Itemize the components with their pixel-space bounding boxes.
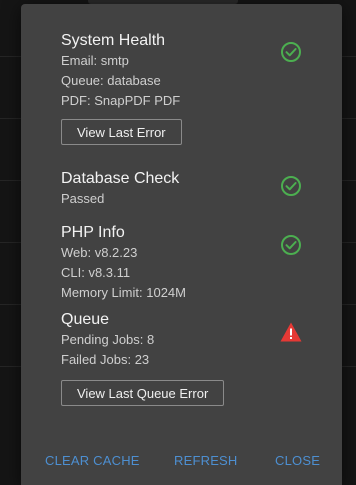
pending-jobs-detail: Pending Jobs: 8: [61, 332, 155, 347]
clear-cache-button[interactable]: CLEAR CACHE: [45, 453, 140, 468]
memory-limit-detail: Memory Limit: 1024M: [61, 285, 186, 300]
failed-jobs-detail: Failed Jobs: 23: [61, 352, 150, 367]
warning-triangle-icon: [280, 322, 302, 342]
view-last-queue-error-button[interactable]: View Last Queue Error: [61, 380, 225, 406]
check-circle-icon: [281, 176, 301, 196]
view-last-error-button[interactable]: View Last Error: [61, 119, 182, 145]
queue-detail: Queue: database: [61, 73, 161, 88]
section-title: Queue: [61, 311, 110, 328]
database-status-detail: Passed: [61, 191, 105, 206]
queue-section: Queue Pending Jobs: 8 Failed Jobs: 23: [61, 310, 301, 370]
web-version-detail: Web: v8.2.23: [61, 245, 138, 260]
section-title: Database Check: [61, 170, 180, 187]
email-detail: Email: smtp: [61, 53, 129, 68]
database-check-section: Database Check Passed: [61, 169, 301, 209]
close-button[interactable]: CLOSE: [275, 453, 320, 468]
php-info-section: PHP Info Web: v8.2.23 CLI: v8.3.11 Memor…: [61, 223, 301, 303]
section-title: PHP Info: [61, 224, 125, 241]
section-title: System Health: [61, 32, 166, 49]
pdf-detail: PDF: SnapPDF PDF: [61, 93, 181, 108]
refresh-button[interactable]: REFRESH: [174, 453, 238, 468]
cli-version-detail: CLI: v8.3.11: [61, 265, 131, 280]
system-health-section: System Health Email: smtp Queue: databas…: [61, 31, 301, 111]
system-health-dialog: System Health Email: smtp Queue: databas…: [21, 4, 342, 485]
check-circle-icon: [281, 42, 301, 62]
check-circle-icon: [281, 235, 301, 255]
